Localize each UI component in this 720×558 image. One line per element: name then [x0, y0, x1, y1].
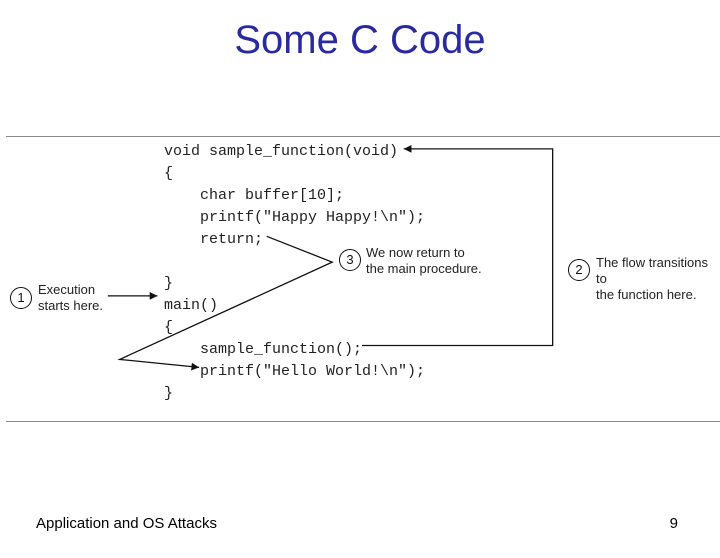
caption-line: We now return to: [366, 245, 465, 260]
caption-line: Execution: [38, 282, 95, 297]
code-line: sample_function();: [164, 341, 362, 358]
diagram: void sample_function(void) { char buffer…: [6, 137, 720, 421]
caption-2: The flow transitions to the function her…: [596, 255, 720, 303]
marker-1: 1: [10, 287, 32, 309]
caption-line: The flow transitions to: [596, 255, 708, 286]
code-line: {: [164, 319, 173, 336]
code-line: char buffer[10];: [164, 187, 344, 204]
code-line: printf("Happy Happy!\n");: [164, 209, 425, 226]
caption-line: the main procedure.: [366, 261, 482, 276]
caption-line: the function here.: [596, 287, 696, 302]
code-line: void sample_function(void): [164, 143, 398, 160]
footer-text: Application and OS Attacks: [36, 515, 217, 532]
caption-1: Execution starts here.: [38, 282, 103, 314]
code-line: {: [164, 165, 173, 182]
caption-line: starts here.: [38, 298, 103, 313]
caption-3: We now return to the main procedure.: [366, 245, 482, 277]
page-number: 9: [670, 515, 678, 532]
code-line: }: [164, 385, 173, 402]
diagram-frame: void sample_function(void) { char buffer…: [6, 136, 720, 422]
slide-title: Some C Code: [0, 18, 720, 63]
code-line: }: [164, 275, 173, 292]
code-line: main(): [164, 297, 218, 314]
marker-2: 2: [568, 259, 590, 281]
code-line: return;: [164, 231, 263, 248]
marker-3: 3: [339, 249, 361, 271]
code-line: printf("Hello World!\n");: [164, 363, 425, 380]
